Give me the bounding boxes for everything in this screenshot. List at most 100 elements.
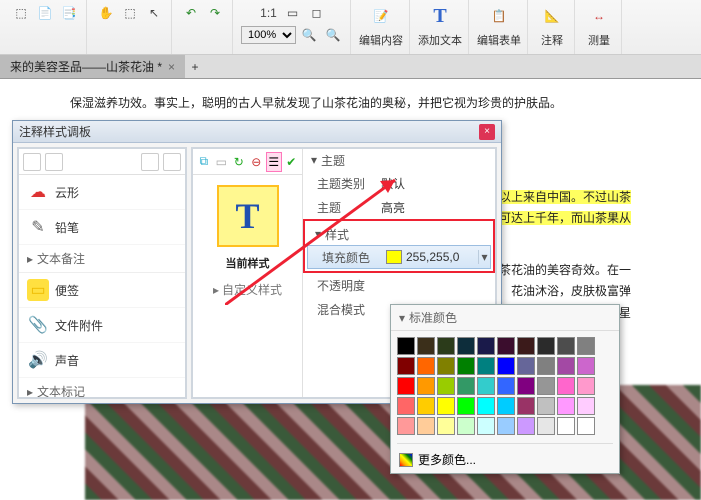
zoom-select[interactable]: 100% [241, 26, 296, 44]
measure-icon[interactable]: ↔ [583, 2, 615, 30]
hand-icon[interactable]: ✋ [95, 2, 117, 24]
color-cell[interactable] [537, 397, 555, 415]
select-icon[interactable]: ⬚ [119, 2, 141, 24]
color-cell[interactable] [477, 337, 495, 355]
custom-style-label[interactable]: ▸自定义样式 [213, 281, 282, 298]
color-cell[interactable] [517, 417, 535, 435]
chevron-down-icon: ▾ [399, 311, 405, 325]
annotate-icon[interactable]: 📐 [536, 2, 568, 30]
color-cell[interactable] [477, 377, 495, 395]
color-cell[interactable] [537, 357, 555, 375]
color-cell[interactable] [577, 337, 595, 355]
color-cell[interactable] [397, 417, 415, 435]
color-cell[interactable] [557, 337, 575, 355]
check-icon[interactable]: ✔ [284, 152, 300, 172]
color-cell[interactable] [557, 417, 575, 435]
zoom-in-icon[interactable]: 🔍 [322, 24, 344, 46]
color-cell[interactable] [437, 337, 455, 355]
color-cell[interactable] [477, 357, 495, 375]
color-cell[interactable] [557, 357, 575, 375]
zoom-out-icon[interactable]: 🔍 [298, 24, 320, 46]
color-cell[interactable] [517, 397, 535, 415]
style-category[interactable]: ▸文本标记 [19, 378, 185, 397]
delete-icon[interactable]: ⊖ [249, 152, 265, 172]
color-cell[interactable] [417, 397, 435, 415]
list-icon[interactable]: ☰ [266, 152, 282, 172]
style-item-note[interactable]: ▭便签 [19, 273, 185, 308]
color-cell[interactable] [437, 417, 455, 435]
tool-button[interactable] [141, 153, 159, 171]
color-cell[interactable] [477, 417, 495, 435]
color-cell[interactable] [577, 377, 595, 395]
color-cell[interactable] [497, 377, 515, 395]
document-tab[interactable]: 来的美容圣品——山茶花油 *× [0, 55, 185, 78]
color-cell[interactable] [457, 417, 475, 435]
rotate-left-icon[interactable]: ↶ [180, 2, 202, 24]
tool-icon[interactable]: ▭ [214, 152, 230, 172]
color-cell[interactable] [417, 377, 435, 395]
color-cell[interactable] [437, 397, 455, 415]
add-tab-button[interactable]: + [185, 55, 205, 78]
fit-icon[interactable]: ▭ [282, 2, 304, 24]
ribbon-icon[interactable]: ⬚ [10, 2, 32, 24]
color-cell[interactable] [497, 397, 515, 415]
color-cell[interactable] [437, 377, 455, 395]
color-cell[interactable] [497, 417, 515, 435]
style-item-attachment[interactable]: 📎文件附件 [19, 308, 185, 343]
color-cell[interactable] [397, 397, 415, 415]
edit-form-icon[interactable]: 📋 [483, 2, 515, 30]
ribbon-icon[interactable]: 📑 [58, 2, 80, 24]
color-cell[interactable] [577, 397, 595, 415]
props-section-style[interactable]: ▾样式 [307, 223, 491, 245]
color-cell[interactable] [577, 417, 595, 435]
dropdown-icon[interactable]: ▾ [478, 250, 490, 264]
tool-button[interactable] [45, 153, 63, 171]
color-cell[interactable] [457, 397, 475, 415]
style-item-cloud[interactable]: ☁云形 [19, 175, 185, 210]
color-cell[interactable] [537, 377, 555, 395]
style-category[interactable]: ▸文本备注 [19, 245, 185, 273]
color-cell[interactable] [417, 417, 435, 435]
color-cell[interactable] [477, 397, 495, 415]
color-cell[interactable] [397, 337, 415, 355]
ribbon-icon[interactable]: 📄 [34, 2, 56, 24]
color-cell[interactable] [457, 357, 475, 375]
style-item-pencil[interactable]: ✎铅笔 [19, 210, 185, 245]
color-cell[interactable] [457, 337, 475, 355]
color-cell[interactable] [557, 377, 575, 395]
color-cell[interactable] [577, 357, 595, 375]
edit-content-icon[interactable]: 📝 [365, 2, 397, 30]
color-cell[interactable] [537, 337, 555, 355]
color-cell[interactable] [517, 377, 535, 395]
fit-icon[interactable]: 1:1 [258, 2, 280, 24]
more-colors-button[interactable]: 更多颜色... [391, 446, 619, 473]
prop-value[interactable]: 高亮 [381, 199, 495, 216]
color-cell[interactable] [397, 357, 415, 375]
close-icon[interactable]: × [168, 60, 175, 74]
color-cell[interactable] [517, 337, 535, 355]
color-cell[interactable] [417, 357, 435, 375]
color-cell[interactable] [437, 357, 455, 375]
cursor-icon[interactable]: ↖ [143, 2, 165, 24]
current-style-label: 当前样式 [226, 255, 270, 271]
color-cell[interactable] [557, 397, 575, 415]
fit-icon[interactable]: ◻ [306, 2, 328, 24]
color-cell[interactable] [397, 377, 415, 395]
color-cell[interactable] [457, 377, 475, 395]
color-cell[interactable] [517, 357, 535, 375]
close-icon[interactable]: × [479, 124, 495, 140]
tool-button[interactable] [23, 153, 41, 171]
refresh-icon[interactable]: ↻ [231, 152, 247, 172]
tool-button[interactable] [163, 153, 181, 171]
color-cell[interactable] [497, 357, 515, 375]
tool-icon[interactable]: ⧉ [196, 152, 212, 172]
props-section-subject[interactable]: ▾主题 [303, 149, 495, 171]
prop-value[interactable]: 默认 [381, 175, 495, 192]
color-cell[interactable] [537, 417, 555, 435]
color-cell[interactable] [497, 337, 515, 355]
rotate-right-icon[interactable]: ↷ [204, 2, 226, 24]
color-cell[interactable] [417, 337, 435, 355]
fill-color-row[interactable]: 填充颜色255,255,0▾ [307, 245, 491, 269]
style-item-sound[interactable]: 🔊声音 [19, 343, 185, 378]
add-text-icon[interactable]: T [424, 2, 456, 30]
